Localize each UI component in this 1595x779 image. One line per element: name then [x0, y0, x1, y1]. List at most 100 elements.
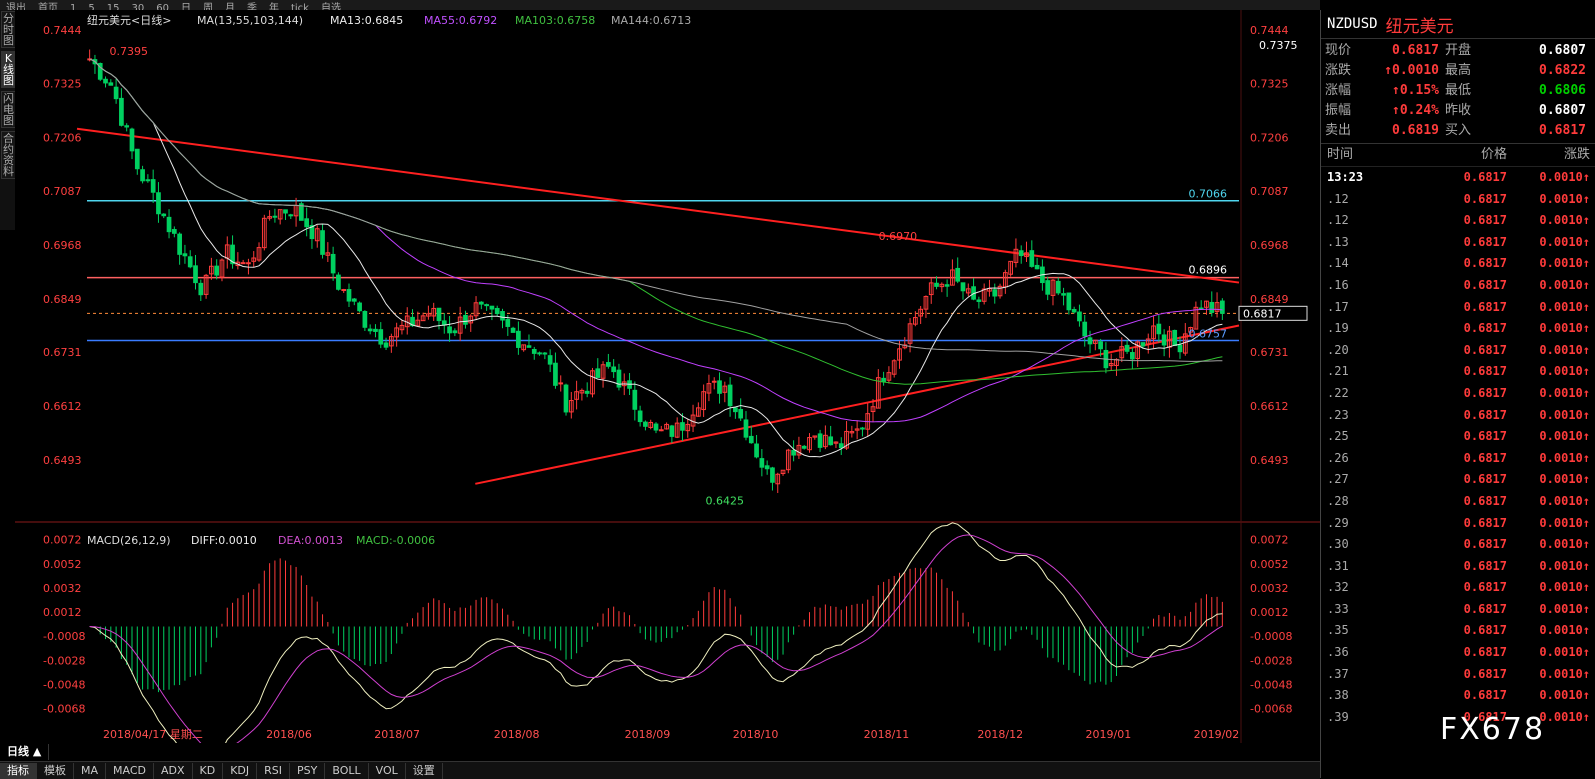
candle-body [288, 214, 294, 217]
quote-label: 涨跌 [1325, 63, 1352, 78]
candle-body [1087, 337, 1093, 345]
tick-row: .30 0.6817 0.0010↑ [1321, 534, 1595, 556]
tick-change: 0.0010↑ [1539, 299, 1590, 314]
indicator-tab[interactable]: BOLL [325, 762, 369, 779]
ticks-header-time: 时间 [1327, 147, 1354, 162]
price-tick-left: 0.7206 [43, 131, 82, 144]
tick-row: .35 0.6817 0.0010↑ [1321, 620, 1595, 642]
candle-body [240, 262, 246, 265]
tick-change: 0.0010↑ [1539, 407, 1590, 422]
candle-body [452, 330, 458, 334]
indicator-tab[interactable]: KDJ [223, 762, 258, 779]
tick-change: 0.0010↑ [1539, 385, 1590, 400]
indicator-tab[interactable]: 模板 [37, 762, 74, 779]
tick-time: .29 [1327, 515, 1349, 530]
sidebar-tab[interactable]: 闪电图 [1, 91, 16, 128]
tick-change: 0.0010↑ [1539, 342, 1590, 357]
candle-body [124, 125, 130, 128]
candle-body [362, 310, 368, 328]
price-tick-left: 0.6612 [43, 400, 82, 413]
quote-label: 最低 [1445, 83, 1472, 98]
chart-bg [15, 10, 1320, 743]
tick-time: .21 [1327, 364, 1349, 379]
indicator-tab[interactable]: VOL [369, 762, 406, 779]
candle-body [346, 289, 352, 302]
tick-price: 0.6817 [1463, 364, 1507, 379]
candle-body [140, 169, 145, 182]
tick-time: .23 [1327, 407, 1349, 422]
sidebar-tab[interactable]: K线图 [1, 51, 16, 88]
tick-time: .25 [1327, 429, 1349, 444]
tick-change: 0.0010↑ [1539, 601, 1590, 616]
tick-change: 0.0010↑ [1539, 364, 1590, 379]
tick-price: 0.6817 [1463, 213, 1507, 228]
indicator-tab[interactable]: ADX [154, 762, 193, 779]
tick-price: 0.6817 [1463, 623, 1507, 638]
candle-body [463, 314, 468, 325]
x-axis-label: 2018/04/17 星期二 [103, 728, 203, 741]
tick-row: .20 0.6817 0.0010↑ [1321, 340, 1595, 362]
x-axis-label: 2018/06 [266, 728, 312, 741]
candle-body [156, 192, 161, 215]
tick-change: 0.0010↑ [1539, 170, 1590, 184]
x-axis-label: 2018/08 [494, 728, 540, 741]
candle-body [373, 328, 378, 332]
tick-change: 0.0010↑ [1539, 580, 1590, 595]
candle-body [531, 348, 537, 354]
quote-value: 0.6807 [1539, 103, 1586, 118]
quote-value: 0.6807 [1539, 43, 1586, 58]
candle-body [1018, 250, 1024, 257]
quote-label: 涨幅 [1325, 83, 1352, 98]
candle-body [828, 436, 834, 446]
sidebar-tab[interactable]: 合约资料 [1, 131, 16, 179]
ticks-list[interactable]: 13:23 0.6817 0.0010↑ .12 0.6817 0.0010↑ .12 0.6… [1321, 167, 1595, 728]
tick-time: .19 [1327, 321, 1349, 336]
annotation-support: 0.6757 [1189, 327, 1228, 340]
tick-price: 0.6817 [1463, 429, 1507, 444]
tick-time: .27 [1327, 472, 1349, 487]
candle-body [505, 318, 511, 327]
tick-row: .27 0.6817 0.0010↑ [1321, 469, 1595, 491]
candle-body [103, 78, 108, 84]
tick-time: .32 [1327, 580, 1349, 595]
candle-body [1177, 344, 1183, 353]
indicator-tab[interactable]: 指标 [0, 762, 37, 779]
candle-body [510, 327, 516, 333]
sidebar-tab[interactable]: 分时图 [1, 11, 16, 48]
indicator-tab[interactable]: MA [74, 762, 107, 779]
candle-body [611, 366, 617, 373]
tick-row: .36 0.6817 0.0010↑ [1321, 642, 1595, 664]
candle-body [770, 467, 775, 483]
chart-title: 纽元美元<日线> [87, 13, 171, 27]
tick-price: 0.6817 [1463, 688, 1507, 703]
candle-body [214, 265, 220, 276]
price-tick-right: 0.7206 [1250, 131, 1289, 144]
macd-tick-right: -0.0008 [1250, 630, 1292, 643]
tick-price: 0.6817 [1463, 666, 1507, 681]
symbol-code: NZDUSD [1327, 16, 1378, 32]
indicator-tab[interactable]: KD [193, 762, 224, 779]
x-axis-label: 2018/10 [733, 728, 779, 741]
candle-body [542, 352, 548, 355]
x-axis-label: 2019/01 [1086, 728, 1132, 741]
indicator-tab[interactable]: MACD [106, 762, 154, 779]
indicator-tab[interactable]: PSY [290, 762, 326, 779]
ma-label: MA(13,55,103,144) [197, 14, 303, 27]
candle-body [632, 389, 638, 410]
kline-chart[interactable]: 0.7444 0.7444 0.7325 0.7325 0.7206 0.7206 0.70… [15, 10, 1320, 743]
candle-body [516, 330, 521, 348]
indicator-tab[interactable]: RSI [257, 762, 291, 779]
candle-body [1034, 264, 1040, 270]
tick-time: .14 [1327, 256, 1349, 271]
indicator-tab[interactable]: 设置 [406, 762, 443, 779]
candle-body [1140, 342, 1146, 347]
tick-time: .35 [1327, 623, 1349, 638]
candle-body [447, 326, 452, 334]
tick-time: .17 [1327, 299, 1349, 314]
period-button[interactable]: 日线 ▲ [0, 743, 50, 760]
candle-body [791, 449, 796, 456]
tick-row: .26 0.6817 0.0010↑ [1321, 448, 1595, 470]
tick-time: .12 [1327, 191, 1349, 206]
symbol-name: 纽元美元 [1385, 16, 1454, 37]
price-tick-right: 0.6493 [1250, 454, 1289, 467]
